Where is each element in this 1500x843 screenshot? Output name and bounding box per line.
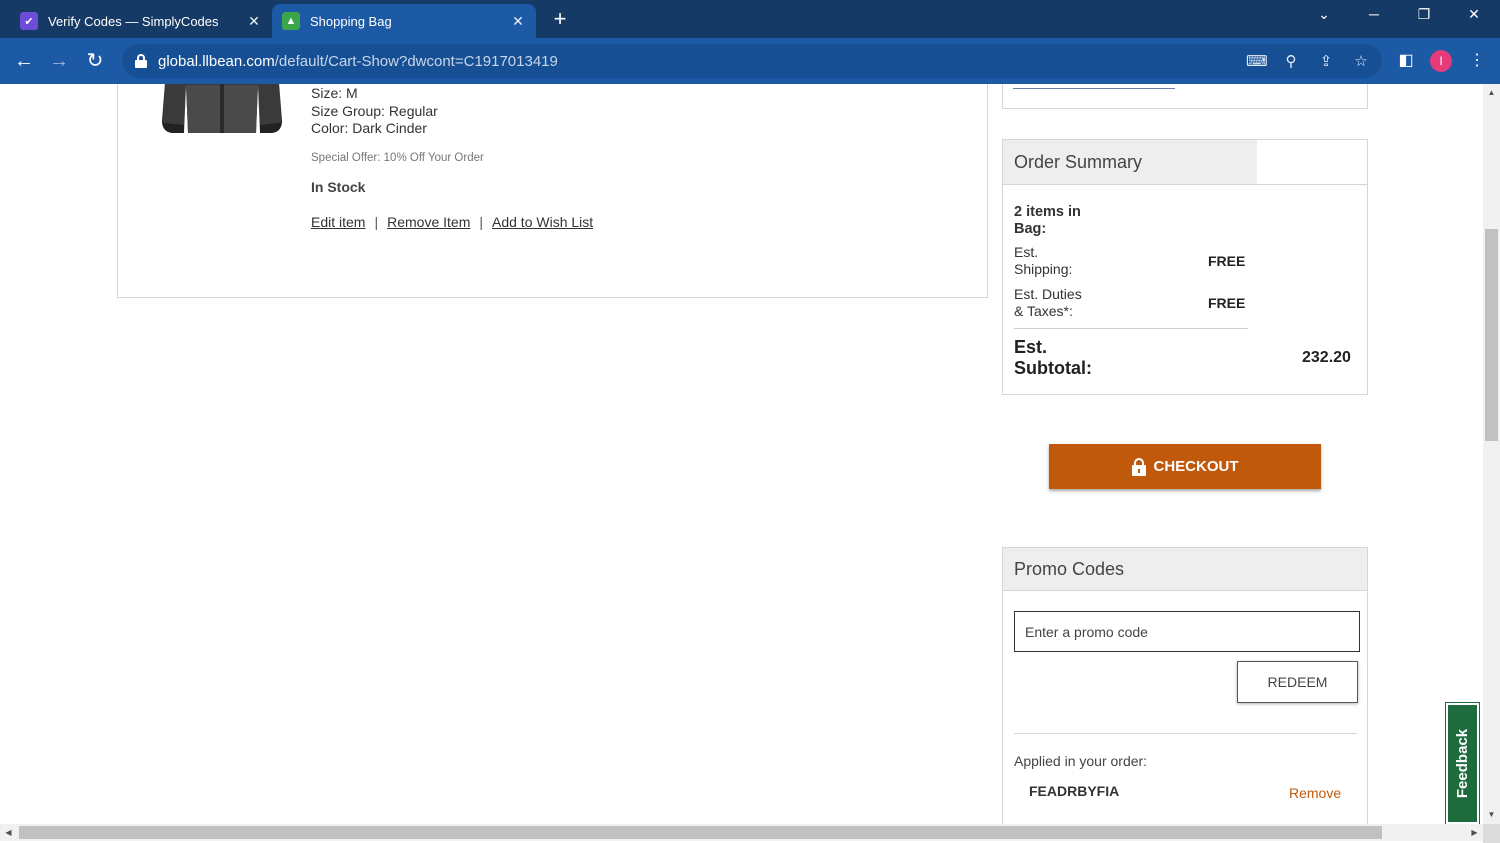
url-text: global.llbean.com/default/Cart-Show?dwco… xyxy=(158,53,558,70)
applied-promo-code: FEADRBYFIA xyxy=(1029,783,1120,799)
subtotal-label: Est. Subtotal: xyxy=(1014,337,1092,378)
vertical-scrollbar[interactable]: ▲ ▼ xyxy=(1483,84,1500,824)
promo-codes-panel: Promo Codes REDEEM Applied in your order… xyxy=(1002,547,1368,824)
product-jacket-image[interactable] xyxy=(158,84,286,135)
add-to-wish-list-link[interactable]: Add to Wish List xyxy=(492,214,593,230)
checkout-label: CHECKOUT xyxy=(1153,458,1239,475)
scroll-right-arrow-icon[interactable]: ▶ xyxy=(1466,824,1483,841)
order-summary: Order Summary 2 items in Bag: Est. Shipp… xyxy=(1002,139,1368,395)
page-content: Size: M Size Group: Regular Color: Dark … xyxy=(0,84,1483,824)
translate-icon[interactable]: ⌨ xyxy=(1246,52,1268,72)
item-details: Size: M Size Group: Regular Color: Dark … xyxy=(311,85,593,230)
url-domain: global.llbean.com xyxy=(158,52,275,70)
vertical-scroll-thumb[interactable] xyxy=(1485,229,1498,441)
forward-icon[interactable]: → xyxy=(47,49,71,73)
duties-label: Est. Duties & Taxes*: xyxy=(1014,286,1082,319)
scroll-up-arrow-icon[interactable]: ▲ xyxy=(1483,84,1500,101)
minimize-icon[interactable]: ─ xyxy=(1362,6,1386,22)
item-color: Color: Dark Cinder xyxy=(311,120,427,136)
scrollbar-corner xyxy=(1483,824,1500,843)
item-size-group: Size Group: Regular xyxy=(311,102,438,119)
new-tab-icon[interactable]: + xyxy=(548,7,572,31)
address-bar: ← → ↻ global.llbean.com/default/Cart-Sho… xyxy=(0,38,1500,84)
applied-label: Applied in your order: xyxy=(1014,753,1148,769)
shipping-label: Est. Shipping: xyxy=(1014,244,1073,277)
horizontal-scroll-thumb[interactable] xyxy=(19,826,1382,839)
tab-bar: ✔ Verify Codes — SimplyCodes ✕ ▲ Shoppin… xyxy=(0,0,1500,38)
divider xyxy=(1003,184,1367,185)
feedback-tab[interactable]: Feedback xyxy=(1445,702,1480,824)
tab-search-chevron-icon[interactable]: ⌄ xyxy=(1312,6,1336,23)
link-separator: | xyxy=(479,213,483,230)
horizontal-scrollbar[interactable]: ◀ ▶ xyxy=(0,824,1483,841)
promo-codes-title: Promo Codes xyxy=(1003,548,1367,591)
profile-avatar[interactable]: I xyxy=(1430,50,1452,72)
divider xyxy=(1014,328,1248,329)
truncated-link[interactable] xyxy=(1013,87,1175,89)
duties-value: FREE xyxy=(1208,295,1246,311)
llbean-favicon-icon: ▲ xyxy=(282,12,300,30)
share-icon[interactable]: ⇪ xyxy=(1316,52,1336,72)
url-field[interactable]: global.llbean.com/default/Cart-Show?dwco… xyxy=(122,44,1382,78)
divider xyxy=(1014,733,1357,734)
edit-item-link[interactable]: Edit item xyxy=(311,214,365,230)
side-panel-icon[interactable]: ◧ xyxy=(1394,49,1418,73)
stock-status: In Stock xyxy=(311,178,366,195)
special-offer-text: Special Offer: 10% Off Your Order xyxy=(311,151,484,164)
lock-icon[interactable] xyxy=(134,54,148,68)
cart-item-card: Size: M Size Group: Regular Color: Dark … xyxy=(117,84,988,298)
shipping-value: FREE xyxy=(1208,253,1246,269)
scroll-left-arrow-icon[interactable]: ◀ xyxy=(0,824,17,841)
remove-promo-link[interactable]: Remove xyxy=(1289,785,1341,801)
link-separator: | xyxy=(374,213,379,230)
remove-item-link[interactable]: Remove Item xyxy=(387,214,470,230)
bookmark-star-icon[interactable]: ☆ xyxy=(1351,52,1371,72)
redeem-button[interactable]: REDEEM xyxy=(1237,661,1358,703)
lock-icon xyxy=(1131,457,1146,476)
items-in-bag-label: 2 items in Bag: xyxy=(1014,204,1081,237)
restore-icon[interactable]: ❐ xyxy=(1412,6,1436,23)
tab-shopping-bag[interactable]: ▲ Shopping Bag ✕ xyxy=(272,4,536,38)
feedback-label: Feedback xyxy=(1454,728,1472,799)
checkout-button[interactable]: CHECKOUT xyxy=(1049,444,1321,489)
scroll-down-arrow-icon[interactable]: ▼ xyxy=(1483,806,1500,823)
back-icon[interactable]: ← xyxy=(12,49,36,73)
tab-title: Shopping Bag xyxy=(310,13,392,29)
tab-close-icon[interactable]: ✕ xyxy=(510,13,526,30)
close-window-icon[interactable]: ✕ xyxy=(1462,6,1486,23)
subtotal-value: 232.20 xyxy=(1302,349,1351,366)
promo-code-input[interactable] xyxy=(1014,611,1360,652)
reload-icon[interactable]: ↻ xyxy=(83,49,107,73)
tab-simplycodes[interactable]: ✔ Verify Codes — SimplyCodes ✕ xyxy=(10,4,272,38)
menu-kebab-icon[interactable]: ⋮ xyxy=(1465,49,1489,73)
previous-section-box xyxy=(1002,84,1368,109)
item-actions: Edit item | Remove Item | Add to Wish Li… xyxy=(311,214,593,230)
zoom-icon[interactable]: ⚲ xyxy=(1281,52,1301,72)
order-summary-title: Order Summary xyxy=(1003,140,1257,184)
url-path: /default/Cart-Show?dwcont=C1917013419 xyxy=(274,52,558,70)
simplycodes-favicon-icon: ✔ xyxy=(20,12,38,30)
tab-close-icon[interactable]: ✕ xyxy=(246,13,262,30)
item-size: Size: M xyxy=(311,85,358,101)
tab-title: Verify Codes — SimplyCodes xyxy=(48,13,219,29)
